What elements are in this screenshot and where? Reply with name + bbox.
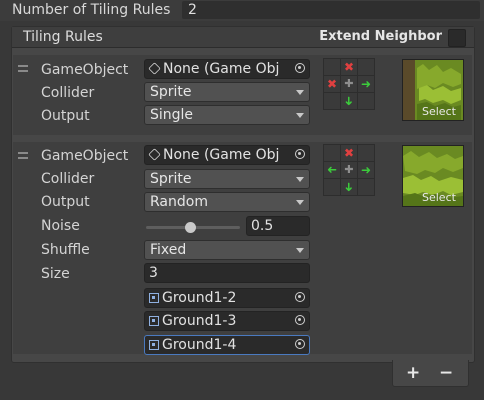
sprite-thumbnail[interactable]: Select: [402, 59, 464, 121]
neighbor-cell[interactable]: ✖: [341, 145, 357, 161]
arrow-down-icon: ➜: [342, 181, 356, 193]
noise-label: Noise: [41, 218, 80, 234]
neighbor-cell[interactable]: ➜: [358, 76, 374, 92]
shuffle-dropdown[interactable]: Fixed: [144, 240, 310, 260]
collider-label: Collider: [41, 171, 95, 187]
size-value: 3: [149, 265, 158, 281]
collider-dropdown[interactable]: Sprite: [144, 82, 310, 102]
tiling-rules-title: Tiling Rules: [23, 29, 103, 45]
object-picker-icon[interactable]: [295, 149, 305, 159]
sprite-name: Ground1-2: [162, 290, 237, 306]
drag-handle-icon[interactable]: [18, 65, 28, 67]
output-dropdown[interactable]: Single: [144, 105, 310, 125]
drag-handle-icon[interactable]: [18, 152, 28, 154]
sprite-field-3[interactable]: Ground1-4: [144, 335, 310, 355]
arrow-left-icon: ➜: [326, 163, 338, 177]
neighbor-cell[interactable]: ➜: [358, 162, 374, 178]
output-label: Output: [41, 194, 90, 210]
neighbor-cell[interactable]: [358, 93, 374, 109]
noise-value: 0.5: [251, 218, 274, 234]
center-icon: ✚: [344, 163, 354, 176]
blocked-x-icon: ✖: [326, 77, 338, 91]
tiling-rules-header: Tiling Rules Extend Neighbor: [12, 27, 474, 48]
arrow-right-icon: ➜: [360, 163, 372, 177]
add-rule-button[interactable]: +: [406, 363, 420, 383]
tiling-rules-count-row: Number of Tiling Rules 2: [0, 0, 484, 21]
neighbor-cell[interactable]: ✖: [324, 76, 340, 92]
collider-value: Sprite: [150, 84, 192, 100]
object-picker-icon[interactable]: [295, 339, 305, 349]
gameobject-field[interactable]: None (Game Obj: [144, 145, 310, 165]
extend-neighbor-checkbox[interactable]: [448, 29, 466, 47]
chevron-down-icon: [296, 113, 304, 118]
sprite-thumbnail[interactable]: Select: [402, 145, 464, 207]
center-icon: ✚: [344, 77, 354, 90]
tiling-rules-count-field[interactable]: 2: [182, 1, 480, 19]
neighbor-cell[interactable]: [324, 179, 340, 195]
neighbor-cell[interactable]: [324, 145, 340, 161]
tiling-rules-count-value: 2: [188, 2, 197, 18]
list-footer: + −: [392, 360, 469, 387]
size-input[interactable]: 3: [144, 263, 310, 283]
neighbor-cell[interactable]: ➜: [341, 179, 357, 195]
blocked-x-icon: ✖: [343, 60, 355, 74]
collider-value: Sprite: [150, 171, 192, 187]
neighbor-cell[interactable]: [324, 59, 340, 75]
neighbor-cell[interactable]: ➜: [341, 93, 357, 109]
chevron-down-icon: [296, 248, 304, 253]
object-picker-icon[interactable]: [295, 292, 305, 302]
gameobject-value: None (Game Obj: [163, 147, 280, 163]
collider-dropdown[interactable]: Sprite: [144, 169, 310, 189]
sprite-icon: [149, 340, 159, 350]
chevron-down-icon: [296, 90, 304, 95]
center-cell: ✚: [341, 162, 357, 178]
gameobject-value: None (Game Obj: [163, 61, 280, 77]
sprite-icon: [149, 293, 159, 303]
neighbor-cell[interactable]: [324, 93, 340, 109]
sprite-icon: [149, 316, 159, 326]
noise-slider-handle[interactable]: [185, 222, 196, 233]
center-cell: ✚: [341, 76, 357, 92]
output-label: Output: [41, 108, 90, 124]
output-value: Random: [150, 194, 208, 210]
size-label: Size: [41, 266, 70, 282]
gameobject-field[interactable]: None (Game Obj: [144, 59, 310, 79]
neighbor-cell[interactable]: ✖: [341, 59, 357, 75]
output-dropdown[interactable]: Random: [144, 192, 310, 212]
arrow-right-icon: ➜: [360, 77, 372, 91]
shuffle-value: Fixed: [150, 242, 187, 258]
select-label: Select: [422, 191, 456, 204]
shuffle-label: Shuffle: [41, 242, 90, 258]
remove-rule-button[interactable]: −: [439, 363, 453, 383]
tiling-rules-count-label: Number of Tiling Rules: [12, 2, 171, 18]
arrow-down-icon: ➜: [342, 95, 356, 107]
chevron-down-icon: [296, 177, 304, 182]
chevron-down-icon: [296, 200, 304, 205]
sprite-field-1[interactable]: Ground1-2: [144, 288, 310, 308]
collider-label: Collider: [41, 85, 95, 101]
select-label: Select: [422, 105, 456, 118]
neighbor-cell[interactable]: ➜: [324, 162, 340, 178]
gameobject-icon: [148, 148, 161, 161]
extend-neighbor-label: Extend Neighbor: [319, 29, 442, 44]
gameobject-label: GameObject: [41, 148, 129, 164]
neighbor-cell[interactable]: [358, 145, 374, 161]
output-value: Single: [150, 107, 194, 123]
blocked-x-icon: ✖: [343, 146, 355, 160]
sprite-name: Ground1-4: [162, 337, 237, 353]
neighbor-grid[interactable]: ✖ ➜ ✚ ➜ ➜: [323, 144, 375, 196]
sprite-field-2[interactable]: Ground1-3: [144, 311, 310, 331]
neighbor-cell[interactable]: [358, 59, 374, 75]
drag-handle-icon[interactable]: [18, 70, 28, 72]
neighbor-grid[interactable]: ✖ ✖ ✚ ➜ ➜: [323, 58, 375, 110]
object-picker-icon[interactable]: [295, 63, 305, 73]
gameobject-icon: [148, 62, 161, 75]
object-picker-icon[interactable]: [295, 315, 305, 325]
sprite-name: Ground1-3: [162, 313, 237, 329]
gameobject-label: GameObject: [41, 62, 129, 78]
drag-handle-icon[interactable]: [18, 157, 28, 159]
neighbor-cell[interactable]: [358, 179, 374, 195]
noise-input[interactable]: 0.5: [246, 216, 310, 236]
